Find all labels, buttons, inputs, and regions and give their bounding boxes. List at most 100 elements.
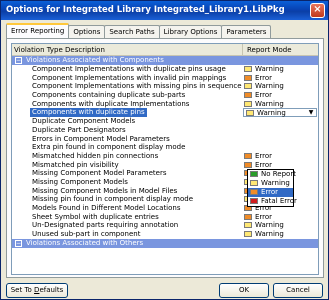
cancel-button[interactable]: Cancel — [273, 283, 323, 298]
violation-description: Sheet Symbol with duplicate entries — [32, 212, 159, 221]
violation-description: Components with duplicate Implementation… — [32, 99, 190, 108]
violation-description: Missing Component Models — [32, 177, 128, 186]
mode-swatch-icon — [244, 66, 252, 72]
violation-row[interactable]: Components containing duplicate sub-part… — [12, 91, 318, 100]
violation-description: Mismatched hidden pin connections — [32, 151, 159, 160]
violation-row[interactable]: Component Implementations with duplicate… — [12, 65, 318, 74]
violation-description: Mismatched pin visibility — [32, 160, 119, 169]
option-no-report[interactable]: No Report — [248, 170, 296, 179]
violation-row[interactable]: Component Implementations with missing p… — [12, 82, 318, 91]
violation-grid: Violation Type Description Report Mode −… — [11, 43, 319, 275]
violation-row[interactable]: Un-Designated parts requiring annotation… — [12, 221, 318, 230]
violation-description: Duplicate Component Models — [32, 117, 136, 126]
violation-description: Missing pin found in component display m… — [32, 195, 194, 204]
violation-row[interactable]: Components with duplicate Implementation… — [12, 100, 318, 109]
report-mode-cell[interactable]: Error — [244, 91, 272, 100]
mode-swatch-icon — [244, 161, 252, 168]
violation-rows: − Violations Associated with Components … — [12, 56, 318, 248]
tab-error-reporting[interactable]: Error Reporting — [6, 23, 70, 38]
tab-library-options[interactable]: Library Options — [158, 25, 223, 38]
mode-swatch-icon — [244, 222, 252, 229]
tab-parameters[interactable]: Parameters — [221, 25, 272, 38]
report-mode-value: Error — [255, 91, 273, 100]
report-mode-cell[interactable]: Error — [244, 152, 272, 161]
collapse-icon[interactable]: − — [15, 57, 22, 64]
violation-description: Un-Designated parts requiring annotation — [32, 221, 179, 230]
option-label: No Report — [261, 170, 296, 178]
option-warning[interactable]: Warning — [248, 179, 293, 188]
mode-swatch-icon — [244, 74, 252, 81]
report-mode-combo[interactable]: Warning ▼ — [243, 108, 317, 118]
row-container: Component Implementations with duplicate… — [12, 65, 318, 239]
close-icon[interactable]: × — [310, 3, 325, 18]
violation-row[interactable]: Duplicate Part Designators — [12, 126, 318, 135]
violation-description: Component Implementations with missing p… — [32, 82, 242, 91]
warning-swatch-icon — [250, 180, 258, 186]
violation-row[interactable]: Unused sub-part in component Warning — [12, 230, 318, 239]
report-mode-cell[interactable]: Warning — [244, 82, 284, 91]
no-report-swatch-icon — [250, 171, 258, 177]
grid-header: Violation Type Description Report Mode — [12, 44, 318, 56]
report-mode-value: Error — [255, 73, 273, 82]
mode-swatch-icon — [244, 92, 252, 99]
option-label: Fatal Error — [261, 197, 297, 205]
mode-swatch-icon — [244, 213, 252, 220]
mode-swatch-icon — [244, 152, 252, 159]
report-mode-value: Warning — [255, 65, 284, 73]
group-row-components[interactable]: − Violations Associated with Components — [12, 56, 318, 65]
tab-search-paths[interactable]: Search Paths — [104, 25, 160, 38]
violation-description: Errors in Component Model Parameters — [32, 134, 170, 143]
report-mode-cell[interactable]: Error — [244, 161, 272, 170]
mode-swatch-icon — [244, 83, 252, 90]
report-mode-cell[interactable]: Warning — [244, 221, 284, 230]
report-mode-value: Error — [255, 160, 273, 169]
group-title: Violations Associated with Components — [26, 56, 164, 64]
chevron-down-icon[interactable]: ▼ — [307, 109, 315, 116]
report-mode-value: Warning — [255, 221, 284, 230]
ok-button[interactable]: OK — [219, 283, 269, 298]
option-label: Error — [261, 188, 279, 196]
violation-description: Missing Component Model Parameters — [32, 169, 167, 178]
violation-row[interactable]: Mismatched pin visibility Error — [12, 161, 318, 170]
title-bar: Options for Integrated Library Integrate… — [1, 1, 328, 20]
warning-swatch-icon — [246, 110, 254, 117]
report-mode-cell[interactable]: Warning — [244, 100, 284, 109]
group-row-others[interactable]: − Violations Associated with Others — [12, 238, 318, 248]
option-fatal-error[interactable]: Fatal Error — [248, 197, 297, 206]
report-mode-value: Error — [255, 212, 273, 221]
violation-row[interactable]: Duplicate Component Models — [12, 117, 318, 126]
options-dialog: Options for Integrated Library Integrate… — [0, 0, 329, 300]
column-header-report-mode[interactable]: Report Mode — [242, 44, 318, 56]
report-mode-cell[interactable]: Error — [244, 213, 272, 222]
violation-description: Components with duplicate pins — [30, 108, 147, 118]
option-error[interactable]: Error — [248, 188, 293, 197]
tab-options[interactable]: Options — [68, 25, 106, 38]
violation-row[interactable]: Components with duplicate pins Warning ▼ — [12, 108, 318, 118]
collapse-icon[interactable]: − — [15, 239, 22, 247]
fatal-error-swatch-icon — [250, 198, 258, 204]
mode-swatch-icon — [244, 100, 252, 107]
violation-description: Component Implementations with invalid p… — [32, 73, 227, 82]
set-to-defaults-button[interactable]: Set To Defaults — [6, 283, 68, 298]
violation-row[interactable]: Mismatched hidden pin connections Error — [12, 152, 318, 161]
violation-row[interactable]: Extra pin found in component display mod… — [12, 143, 318, 152]
window-title: Options for Integrated Library Integrate… — [6, 5, 285, 15]
violation-row[interactable]: Errors in Component Model Parameters — [12, 135, 318, 144]
error-swatch-icon — [250, 189, 258, 195]
violation-description: Models Found in Different Model Location… — [32, 204, 181, 212]
report-mode-cell[interactable]: Error — [244, 74, 272, 83]
tab-strip: Error Reporting Options Search Paths Lib… — [6, 23, 272, 38]
violation-description: Missing Component Models in Model Files — [32, 186, 178, 195]
report-mode-dropdown-list: No Report Warning Error Fatal Error — [247, 169, 297, 207]
column-header-description[interactable]: Violation Type Description — [14, 44, 105, 56]
violation-description: Extra pin found in component display mod… — [32, 143, 186, 152]
violation-description: Component Implementations with duplicate… — [32, 65, 226, 73]
button-label-part: efaults — [39, 286, 64, 294]
violation-row[interactable]: Sheet Symbol with duplicate entries Error — [12, 213, 318, 222]
report-mode-value: Warning — [255, 99, 284, 108]
report-mode-value: Error — [255, 151, 273, 160]
violation-description: Components containing duplicate sub-part… — [32, 91, 186, 100]
report-mode-cell[interactable]: Warning — [244, 65, 284, 74]
violation-row[interactable]: Component Implementations with invalid p… — [12, 74, 318, 83]
report-mode-cell[interactable]: Warning — [244, 230, 284, 239]
